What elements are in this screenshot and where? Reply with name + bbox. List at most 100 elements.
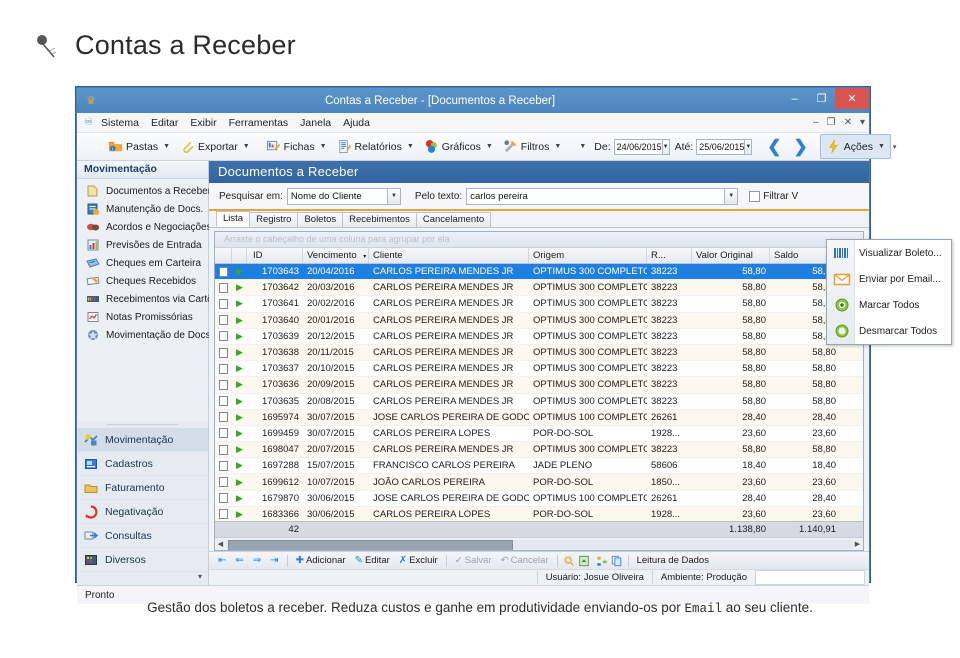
horizontal-scrollbar[interactable]: ◀ ▶ bbox=[215, 537, 863, 550]
toolbar-button-acoes[interactable]: Ações ▼ bbox=[819, 134, 891, 159]
checkbox-box[interactable] bbox=[219, 347, 228, 358]
menu-item-desmarcar-todos[interactable]: Desmarcar Todos bbox=[827, 318, 951, 344]
menu-item-sistema[interactable]: Sistema bbox=[95, 117, 145, 129]
checkbox-box[interactable] bbox=[219, 282, 228, 293]
edit-record-button[interactable]: ✎ Editar bbox=[352, 555, 393, 566]
add-record-button[interactable]: ✚ Adicionar bbox=[293, 555, 349, 566]
checkbox-box[interactable] bbox=[219, 379, 228, 390]
toolbar-button-pastas[interactable]: i Pastas ▼ bbox=[103, 135, 175, 158]
checkbox-box[interactable] bbox=[219, 509, 228, 520]
sidebar-group-cadastros[interactable]: Cadastros bbox=[77, 452, 208, 476]
row-checkbox[interactable] bbox=[215, 345, 232, 360]
sidebar-group-faturamento[interactable]: Faturamento bbox=[77, 476, 208, 500]
menu-item-ferramentas[interactable]: Ferramentas bbox=[223, 117, 295, 129]
row-checkbox[interactable] bbox=[215, 296, 232, 311]
checkbox-box[interactable] bbox=[219, 315, 228, 326]
maximize-button[interactable]: ❐ bbox=[808, 88, 835, 109]
row-checkbox[interactable] bbox=[215, 507, 232, 521]
toolbar-button-filtros[interactable]: Filtros ▼ bbox=[498, 135, 567, 158]
scrollbar-track[interactable] bbox=[226, 539, 852, 550]
sidebar-item-previsoes-de-entrada[interactable]: Previsões de Entrada bbox=[77, 236, 208, 254]
checkbox-box[interactable] bbox=[219, 428, 228, 439]
refresh-icon[interactable] bbox=[578, 555, 590, 567]
sidebar-item-notas-promissorias[interactable]: Notas Promissórias bbox=[77, 308, 208, 326]
row-checkbox[interactable] bbox=[215, 329, 232, 344]
row-checkbox[interactable] bbox=[215, 361, 232, 376]
date-to-input[interactable]: 25/06/2015 bbox=[696, 138, 746, 155]
table-row[interactable]: ▶ 1703636 20/09/2015 CARLOS PEREIRA MENDES … bbox=[215, 377, 863, 394]
menu-item-marcar-todos[interactable]: Marcar Todos bbox=[827, 292, 951, 318]
row-checkbox[interactable] bbox=[215, 442, 232, 457]
minimize-button[interactable]: – bbox=[781, 88, 808, 109]
chevron-down-icon-relatorios[interactable]: ▼ bbox=[407, 143, 414, 150]
checkbox-box[interactable] bbox=[219, 477, 228, 488]
table-row[interactable]: ▶ 1679870 30/06/2015 JOSE CARLOS PEREIRA DE… bbox=[215, 491, 863, 507]
table-row[interactable]: ▶ 1703643 20/04/2016 CARLOS PEREIRA MENDES … bbox=[215, 264, 863, 281]
mdi-minimize-button[interactable]: – bbox=[809, 117, 823, 128]
toolbar-button-graficos[interactable]: Gráficos ▼ bbox=[419, 135, 498, 158]
checkbox-box[interactable] bbox=[219, 396, 228, 407]
prev-record-button[interactable]: ⇐ bbox=[232, 555, 246, 566]
sidebar-item-cheques-em-carteira[interactable]: Cheques em Carteira bbox=[77, 254, 208, 272]
chevron-down-icon-graficos[interactable]: ▼ bbox=[486, 143, 493, 150]
menu-item-visualizar-boleto[interactable]: Visualizar Boleto... bbox=[827, 240, 951, 266]
search-in-select[interactable]: Nome do Cliente ▼ bbox=[286, 187, 401, 205]
sidebar-more-button[interactable]: ▾ bbox=[77, 572, 208, 583]
table-row[interactable]: ▶ 1703640 20/01/2016 CARLOS PEREIRA MENDES … bbox=[215, 312, 863, 329]
header-r[interactable]: R... bbox=[647, 248, 692, 263]
menu-item-ajuda[interactable]: Ajuda bbox=[337, 117, 376, 129]
last-record-button[interactable]: ⇥ bbox=[267, 555, 281, 566]
sidebar-item-recebimentos-via-cartoes[interactable]: Recebimentos via Cartões bbox=[77, 290, 223, 308]
checkbox-box[interactable] bbox=[219, 412, 228, 423]
header-valor-original[interactable]: Valor Original bbox=[692, 248, 770, 263]
menu-item-editar[interactable]: Editar bbox=[145, 117, 184, 129]
row-checkbox[interactable] bbox=[215, 426, 232, 441]
cancel-record-button[interactable]: ↶ Cancelar bbox=[498, 555, 552, 566]
menu-overflow-icon[interactable]: ▾ bbox=[856, 117, 869, 128]
table-row[interactable]: ▶ 1703641 20/02/2016 CARLOS PEREIRA MENDES … bbox=[215, 296, 863, 313]
header-select-all[interactable] bbox=[215, 248, 232, 263]
row-checkbox[interactable] bbox=[215, 264, 232, 279]
chevron-down-icon-pastas[interactable]: ▼ bbox=[163, 143, 170, 150]
search-text-input[interactable]: carlos pereira ▼ bbox=[466, 187, 739, 205]
save-record-button[interactable]: ✓ Salvar bbox=[452, 555, 495, 566]
row-checkbox[interactable] bbox=[215, 377, 232, 392]
sidebar-item-cheques-recebidos[interactable]: Cheques Recebidos bbox=[77, 272, 208, 290]
magnifier-icon[interactable] bbox=[563, 555, 575, 567]
mdi-restore-button[interactable]: ❐ bbox=[823, 117, 840, 128]
tab-lista[interactable]: Lista bbox=[216, 211, 251, 227]
filter-checkbox[interactable]: Filtrar V bbox=[749, 190, 798, 202]
chevron-down-icon-acoes[interactable]: ▼ bbox=[878, 143, 885, 150]
table-row[interactable]: ▶ 1697288 15/07/2015 FRANCISCO CARLOS PEREI… bbox=[215, 458, 863, 475]
tab-registro[interactable]: Registro bbox=[249, 212, 299, 227]
toolbar-overflow-icon[interactable]: ▾ bbox=[893, 143, 897, 151]
checkbox-box[interactable] bbox=[749, 190, 761, 202]
close-button[interactable]: ✕ bbox=[835, 88, 869, 109]
checkbox-box[interactable] bbox=[219, 298, 228, 309]
group-panel-hint[interactable]: Arraste o cabeçalho de uma coluna para a… bbox=[215, 232, 863, 248]
row-checkbox[interactable] bbox=[215, 313, 232, 328]
table-row[interactable]: ▶ 1698047 20/07/2015 CARLOS PEREIRA MENDES … bbox=[215, 442, 863, 459]
date-from-dropdown[interactable]: ▼ bbox=[662, 138, 670, 155]
sidebar-item-acordos-e-negociacoes[interactable]: Acordos e Negociações bbox=[77, 218, 212, 236]
toolbar-button-fichas[interactable]: Fichas ▼ bbox=[261, 135, 332, 158]
row-checkbox[interactable] bbox=[215, 410, 232, 425]
mdi-close-button[interactable]: ✕ bbox=[840, 117, 856, 128]
header-origem[interactable]: Origem bbox=[529, 248, 647, 263]
scrollbar-thumb[interactable] bbox=[228, 539, 513, 550]
table-row[interactable]: ▶ 1695974 30/07/2015 JOSE CARLOS PEREIRA DE… bbox=[215, 409, 863, 426]
sidebar-group-movimentacao[interactable]: Movimentação bbox=[77, 428, 208, 452]
chevron-down-icon-search-text[interactable]: ▼ bbox=[724, 188, 738, 204]
row-checkbox[interactable] bbox=[215, 458, 232, 473]
checkbox-box[interactable] bbox=[219, 444, 228, 455]
sidebar-item-documentos-a-receber[interactable]: Documentos a Receber bbox=[77, 182, 211, 200]
checkbox-box[interactable] bbox=[219, 493, 228, 504]
tab-boletos[interactable]: Boletos bbox=[297, 212, 344, 227]
next-record-button[interactable]: ⇒ bbox=[250, 555, 264, 566]
table-row[interactable]: ▶ 1683366 30/06/2015 CARLOS PEREIRA LOPES PO… bbox=[215, 506, 863, 521]
tree-icon[interactable] bbox=[596, 555, 608, 567]
row-checkbox[interactable] bbox=[215, 394, 232, 409]
menu-item-exibir[interactable]: Exibir bbox=[184, 117, 222, 129]
table-row[interactable]: ▶ 1703637 20/10/2015 CARLOS PEREIRA MENDES … bbox=[215, 361, 863, 378]
table-row[interactable]: ▶ 1703639 20/12/2015 CARLOS PEREIRA MENDES … bbox=[215, 329, 863, 345]
